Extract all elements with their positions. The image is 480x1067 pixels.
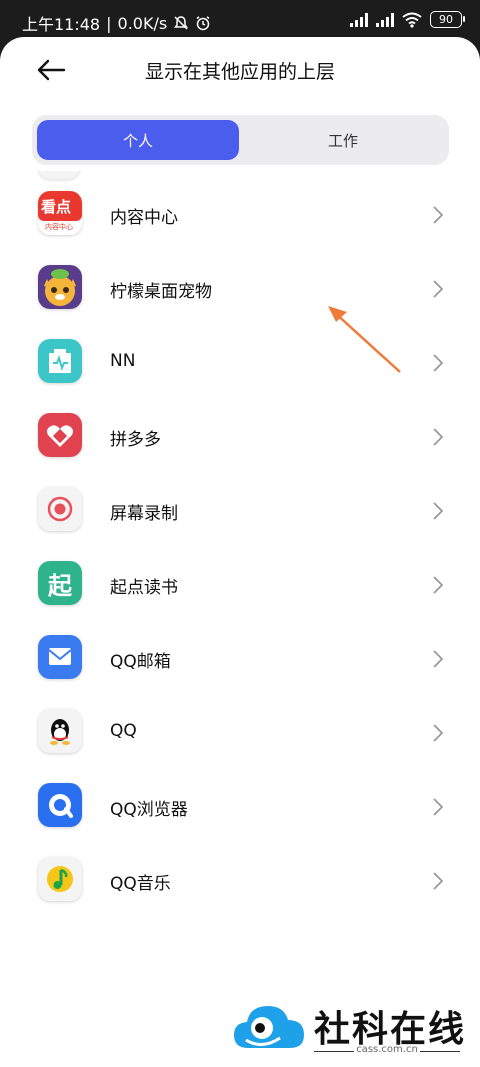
battery-indicator: 90 [430, 11, 465, 28]
wifi-icon [402, 12, 422, 28]
list-item[interactable]: QQ [0, 695, 480, 769]
qidian-icon: 起 [38, 561, 82, 605]
app-name: 起点读书 [110, 578, 178, 598]
app-name: 内容中心 [110, 208, 178, 228]
list-item[interactable]: QQ音乐 [0, 843, 480, 917]
signal-2-icon [376, 12, 394, 27]
app-name: QQ [110, 721, 137, 741]
list-item[interactable]: 屏幕录制 [0, 473, 480, 547]
page-title: 显示在其他应用的上层 [144, 61, 335, 83]
app-name: 屏幕录制 [110, 504, 178, 524]
lemon-pet-icon [38, 265, 82, 309]
signal-1-icon [350, 12, 368, 27]
qq-browser-icon [38, 783, 82, 827]
chevron-right-icon [433, 502, 444, 520]
chevron-right-icon [433, 724, 444, 742]
kandian-icon: 看点 内容中心 [38, 191, 82, 235]
qq-mail-icon [38, 635, 82, 679]
list-item[interactable]: 起 起点读书 [0, 547, 480, 621]
alarm-clock-icon [196, 16, 210, 31]
app-name: QQ音乐 [110, 874, 171, 894]
list-item[interactable]: 看点 内容中心 内容中心 [0, 177, 480, 251]
qq-music-icon [38, 857, 82, 901]
app-name: 拼多多 [110, 430, 161, 450]
app-list[interactable]: 看点 内容中心 内容中心 柠檬桌面宠物 NN 拼多多 屏幕录制 起 起点读书 Q… [0, 171, 480, 971]
list-item[interactable]: QQ浏览器 [0, 769, 480, 843]
profile-tabs: 个人 工作 [32, 115, 449, 165]
pinduoduo-icon [38, 413, 82, 457]
qq-icon [38, 709, 82, 753]
watermark-domain: cass.com.cn [356, 1044, 418, 1055]
chevron-right-icon [433, 576, 444, 594]
list-item[interactable]: 拼多多 [0, 399, 480, 473]
header: 显示在其他应用的上层 [0, 37, 480, 105]
chevron-right-icon [433, 354, 444, 372]
chevron-right-icon [433, 650, 444, 668]
list-fade [0, 941, 480, 971]
status-left: 上午11:48 | 0.0K/s [22, 11, 211, 35]
chevron-right-icon [433, 280, 444, 298]
app-name: QQ邮箱 [110, 652, 171, 672]
chevron-right-icon [433, 872, 444, 890]
status-divider: | [106, 13, 112, 33]
list-item[interactable]: QQ邮箱 [0, 621, 480, 695]
status-time: 上午11:48 [22, 15, 101, 34]
nn-icon [38, 339, 82, 383]
tab-work[interactable]: 工作 [242, 120, 444, 160]
watermark: 社科在线 cass.com.cn [226, 994, 476, 1064]
list-item[interactable]: 柠檬桌面宠物 [0, 251, 480, 325]
app-name: QQ浏览器 [110, 800, 188, 820]
chevron-right-icon [433, 428, 444, 446]
screen-record-icon [38, 487, 82, 531]
bell-muted-icon [174, 16, 189, 30]
status-bar: 上午11:48 | 0.0K/s 90 [0, 0, 480, 40]
chevron-right-icon [433, 798, 444, 816]
network-speed: 0.0K/s [117, 13, 168, 33]
status-right: 90 [350, 11, 465, 28]
cloud-logo-icon [234, 1006, 304, 1048]
kandian-icon-subtext: 内容中心 [45, 223, 73, 231]
tab-personal[interactable]: 个人 [37, 120, 239, 160]
kandian-icon-text: 看点 [41, 198, 72, 216]
app-name: 柠檬桌面宠物 [110, 282, 212, 302]
list-item[interactable]: NN [0, 325, 480, 399]
qidian-icon-text: 起 [48, 571, 72, 600]
app-name: NN [110, 351, 136, 371]
settings-sheet: 显示在其他应用的上层 个人 工作 看点 内容中心 内容中心 柠檬桌面宠物 NN … [0, 37, 480, 1067]
chevron-right-icon [433, 206, 444, 224]
